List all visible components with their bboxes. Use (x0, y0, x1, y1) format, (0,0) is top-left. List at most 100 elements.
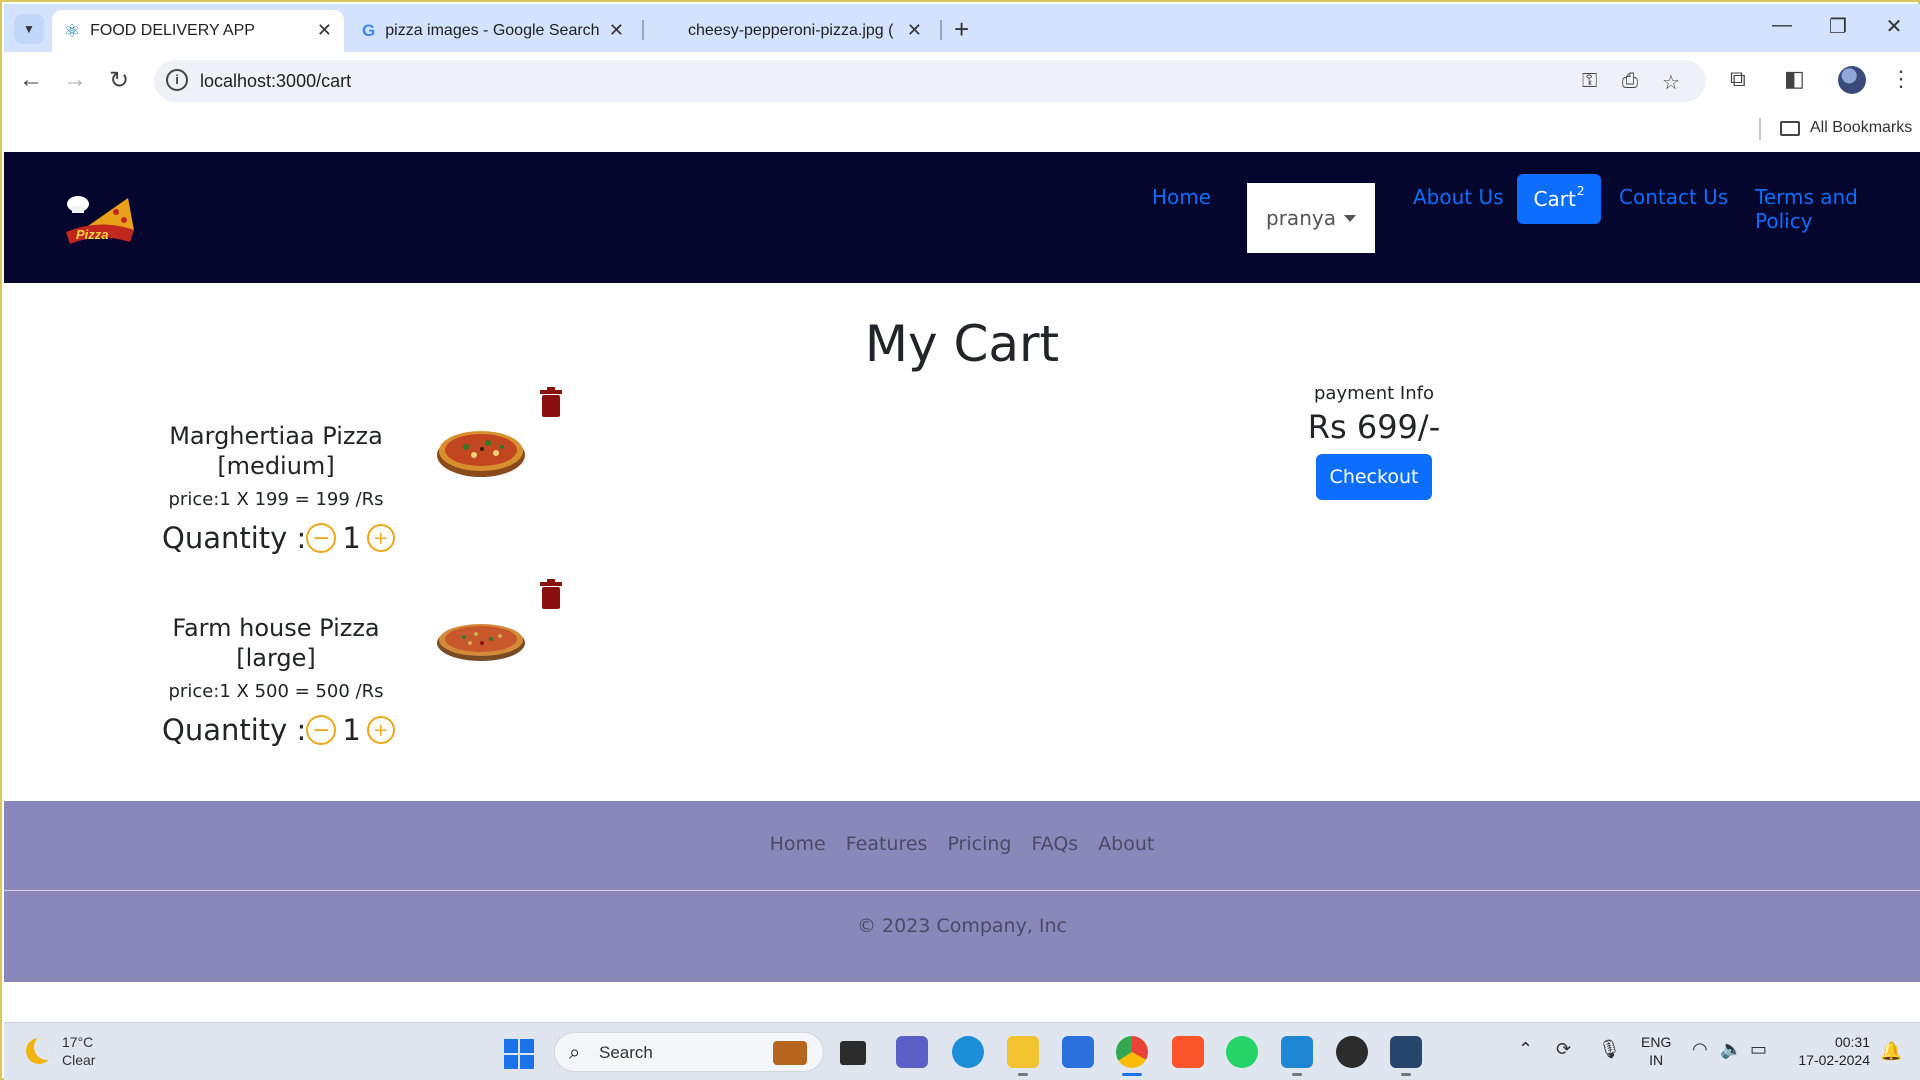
file-explorer-icon[interactable] (1007, 1036, 1039, 1068)
tab-title: cheesy-pepperoni-pizza.jpg (61 (688, 22, 894, 39)
chevron-down-icon: ▼ (23, 22, 35, 36)
footer-link-pricing[interactable]: Pricing (947, 833, 1011, 855)
task-view-icon[interactable] (840, 1041, 866, 1065)
moon-icon (26, 1038, 52, 1064)
language-indicator[interactable]: ENG IN (1641, 1033, 1671, 1069)
briefcase-icon (773, 1041, 807, 1065)
running-indicator (1292, 1073, 1302, 1076)
taskbar-search[interactable]: ⌕ Search (554, 1032, 824, 1072)
item-size: [large] (236, 644, 316, 672)
trash-icon[interactable] (540, 387, 562, 417)
user-name: pranya (1266, 206, 1336, 230)
tab-food-delivery-app[interactable]: ⚛ FOOD DELIVERY APP ✕ (52, 10, 344, 52)
react-icon: ⚛ (64, 20, 81, 41)
nav-home[interactable]: Home (1152, 185, 1211, 209)
close-tab-icon[interactable]: ✕ (907, 20, 922, 41)
vscode-icon[interactable] (1281, 1036, 1313, 1068)
browser-toolbar: ← → ↻ i localhost:3000/cart ⚿ ⎙ ☆ ⧉ ◧ ⋮ (4, 52, 1920, 110)
password-key-icon[interactable]: ⚿ (1582, 70, 1597, 93)
nav-terms[interactable]: Terms and Policy (1755, 185, 1920, 233)
cart-item: Farm house Pizza [large] price:1 X 500 =… (154, 573, 574, 753)
trash-icon[interactable] (540, 579, 562, 609)
new-tab-icon[interactable]: + (954, 14, 969, 45)
tab-title: FOOD DELIVERY APP (90, 22, 255, 39)
checkout-button[interactable]: Checkout (1316, 454, 1432, 500)
edge-icon[interactable] (952, 1036, 984, 1068)
logo-text: Pizza (76, 227, 109, 242)
minimize-icon[interactable]: — (1762, 14, 1802, 37)
windows-start-icon[interactable] (504, 1039, 534, 1069)
item-name: Marghertiaa Pizza [medium] (154, 421, 398, 481)
pizza-logo[interactable]: Pizza (64, 190, 138, 246)
nav-cart-button[interactable]: Cart 2 (1517, 174, 1601, 224)
caret-down-icon (1343, 214, 1356, 222)
footer-nav: Home Features Pricing FAQs About (4, 833, 1920, 855)
all-bookmarks-button[interactable]: All Bookmarks (1780, 119, 1912, 137)
weather-text: 17°C Clear (62, 1033, 95, 1069)
site-info-icon[interactable]: i (166, 69, 188, 91)
running-indicator (1018, 1073, 1028, 1076)
decrease-quantity-button[interactable]: − (306, 715, 337, 745)
volume-icon[interactable]: 🔈 (1720, 1039, 1742, 1060)
extensions-icon[interactable]: ⧉ (1730, 66, 1746, 92)
bookmark-star-icon[interactable]: ☆ (1662, 70, 1680, 95)
item-title: Farm house Pizza (172, 614, 380, 642)
weather-temp: 17°C (62, 1034, 94, 1050)
sync-icon[interactable]: ⟳ (1556, 1039, 1571, 1060)
whatsapp-icon[interactable] (1226, 1036, 1258, 1068)
obs-icon[interactable] (1336, 1036, 1368, 1068)
microphone-icon[interactable]: 🎙 (1598, 1039, 1621, 1060)
close-tab-icon[interactable]: ✕ (609, 20, 624, 41)
footer-link-about[interactable]: About (1098, 833, 1154, 855)
windows-taskbar: 17°C Clear ⌕ Search ⌃ ⟳ 🎙 ENG IN ◠ 🔈 ▭ 0… (4, 1022, 1920, 1080)
quantity-control: Quantity : − 1 + (162, 521, 395, 555)
wifi-icon[interactable]: ◠ (1692, 1039, 1708, 1060)
notification-bell-icon[interactable]: 🔔 (1880, 1041, 1902, 1062)
tab-pizza-images[interactable]: G pizza images - Google Search ✕ (356, 10, 636, 52)
increase-quantity-button[interactable]: + (366, 716, 395, 744)
increase-quantity-button[interactable]: + (366, 524, 395, 552)
chrome-icon[interactable] (1116, 1036, 1148, 1068)
quantity-control: Quantity : − 1 + (162, 713, 395, 747)
lang-code: ENG (1641, 1034, 1672, 1050)
forward-icon[interactable]: → (60, 66, 90, 94)
footer-link-faqs[interactable]: FAQs (1031, 833, 1078, 855)
install-app-icon[interactable]: ⎙ (1622, 70, 1638, 93)
quantity-value: 1 (342, 521, 361, 555)
profile-avatar[interactable] (1838, 66, 1866, 94)
store-icon[interactable] (1062, 1036, 1094, 1068)
tab-search-button[interactable]: ▼ (14, 14, 44, 44)
side-panel-icon[interactable]: ◧ (1784, 66, 1805, 92)
reload-icon[interactable]: ↻ (104, 66, 134, 95)
weather-widget[interactable]: 17°C Clear (26, 1033, 95, 1069)
chevron-up-icon[interactable]: ⌃ (1518, 1039, 1533, 1060)
footer-link-features[interactable]: Features (846, 833, 928, 855)
running-indicator (1401, 1073, 1411, 1076)
menu-icon[interactable]: ⋮ (1890, 66, 1912, 92)
footer-link-home[interactable]: Home (770, 833, 826, 855)
system-clock[interactable]: 00:31 17-02-2024 (1790, 1033, 1870, 1069)
nav-about[interactable]: About Us (1413, 185, 1504, 209)
back-icon[interactable]: ← (16, 66, 46, 94)
restore-icon[interactable]: ❐ (1818, 14, 1858, 39)
search-placeholder: Search (599, 1043, 653, 1062)
brave-icon[interactable] (1172, 1036, 1204, 1068)
window-frame: ▼ ⚛ FOOD DELIVERY APP ✕ G pizza images -… (0, 0, 1920, 1080)
quantity-label: Quantity : (162, 521, 307, 555)
address-bar[interactable]: i localhost:3000/cart ⚿ ⎙ ☆ (154, 60, 1706, 102)
nav-contact[interactable]: Contact Us (1619, 185, 1728, 209)
close-window-icon[interactable]: ✕ (1874, 14, 1914, 39)
tab-separator (642, 20, 644, 40)
page-title: My Cart (864, 315, 1060, 373)
tab-pepperoni-image[interactable]: cheesy-pepperoni-pizza.jpg (61 ✕ (654, 10, 934, 52)
search-icon: ⌕ (569, 1042, 581, 1064)
decrease-quantity-button[interactable]: − (306, 523, 337, 553)
footer-divider (4, 890, 1920, 891)
meet-icon[interactable] (896, 1036, 928, 1068)
close-tab-icon[interactable]: ✕ (317, 20, 332, 41)
weather-condition: Clear (62, 1052, 96, 1068)
copyright-text: © 2023 Company, Inc (857, 915, 1067, 937)
battery-icon[interactable]: ▭ (1750, 1039, 1767, 1060)
user-dropdown[interactable]: pranya (1247, 183, 1375, 253)
terminal-icon[interactable] (1390, 1036, 1422, 1068)
